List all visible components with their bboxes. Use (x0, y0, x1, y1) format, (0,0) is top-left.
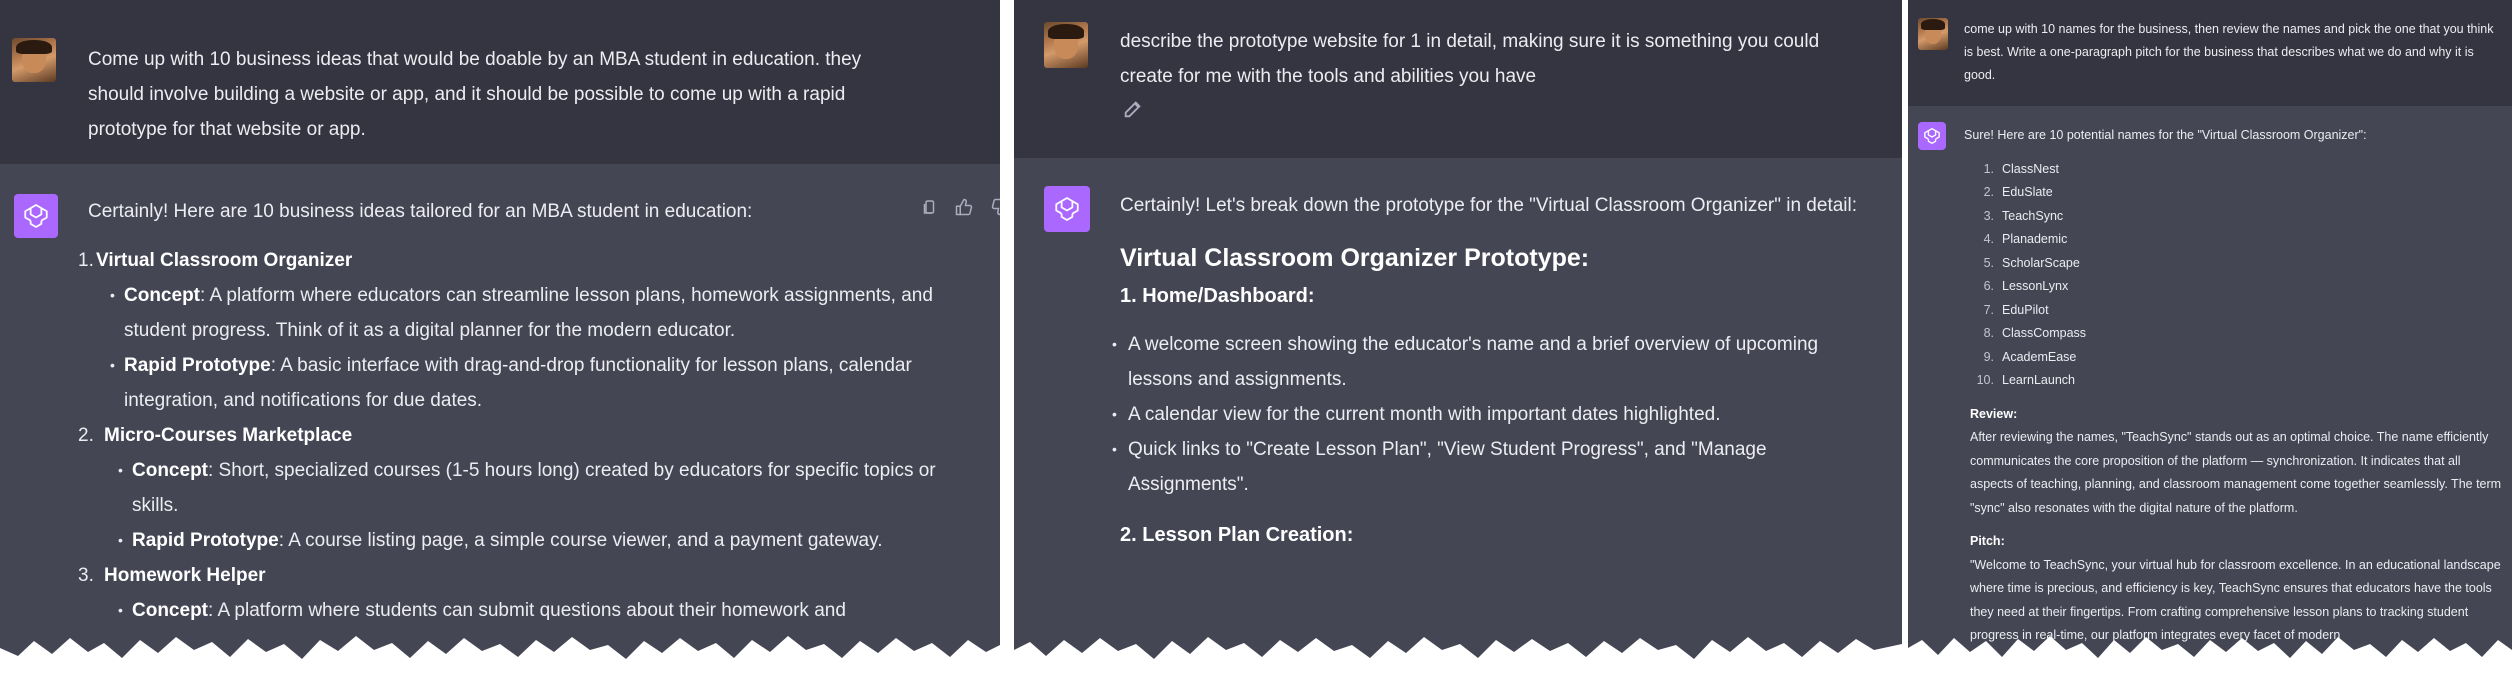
chat-screenshot-2: describe the prototype website for 1 in … (1014, 0, 1902, 662)
chat-screenshot-1: Come up with 10 business ideas that woul… (0, 0, 1000, 662)
torn-edge (0, 636, 1000, 662)
torn-edge (1014, 637, 1902, 662)
chat-screenshot-3: come up with 10 names for the business, … (1908, 0, 2512, 662)
torn-edge (1908, 636, 2512, 662)
